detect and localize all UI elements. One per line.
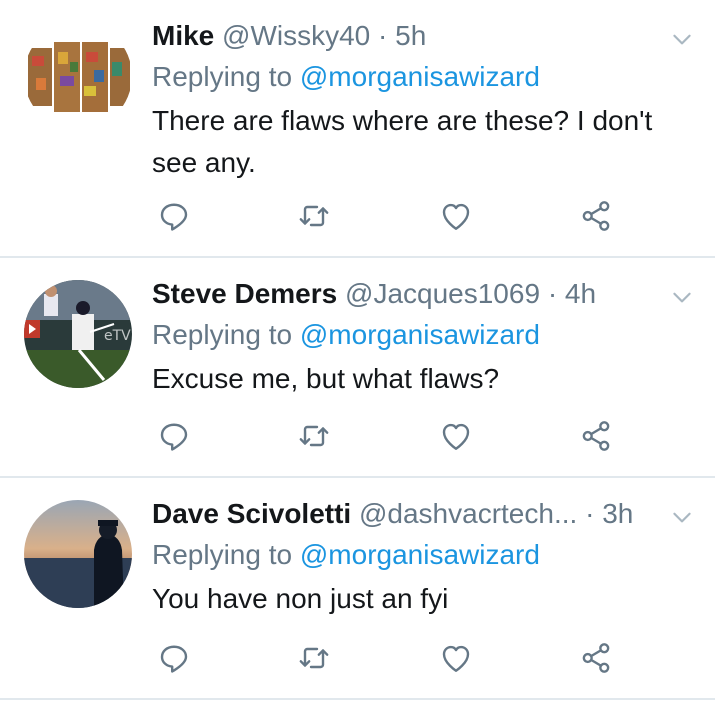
like-button[interactable]	[438, 640, 474, 676]
replying-to-handle[interactable]: @morganisawizard	[300, 539, 540, 570]
reply-icon	[160, 203, 188, 231]
timestamp[interactable]: 4h	[565, 278, 596, 309]
reply-icon	[160, 423, 188, 451]
retweet-button[interactable]	[296, 198, 332, 234]
divider	[0, 698, 715, 700]
share-button[interactable]	[578, 418, 614, 454]
avatar[interactable]	[24, 22, 132, 130]
timestamp[interactable]: 5h	[395, 20, 426, 51]
reply-button[interactable]	[156, 640, 192, 676]
timestamp[interactable]: 3h	[602, 498, 633, 529]
reply-button[interactable]	[156, 198, 192, 234]
tweet-actions	[152, 418, 622, 454]
user-name[interactable]: Steve Demers	[152, 278, 337, 309]
separator: ·	[585, 498, 595, 529]
tweet-header: Steve Demers @Jacques1069 · 4h	[152, 274, 596, 314]
share-button[interactable]	[578, 198, 614, 234]
reply-button[interactable]	[156, 418, 192, 454]
avatar[interactable]	[24, 500, 132, 608]
share-button[interactable]	[578, 640, 614, 676]
tweet-text: There are flaws where are these? I don't…	[152, 105, 653, 178]
replying-to: Replying to @morganisawizard	[152, 315, 540, 355]
user-name[interactable]: Mike	[152, 20, 214, 51]
replying-to: Replying to @morganisawizard	[152, 57, 540, 97]
tweet-feed: Mike @Wissky40 · 5h Replying to @morgani…	[0, 0, 715, 715]
replying-prefix: Replying to	[152, 61, 293, 92]
avatar[interactable]: eTV	[24, 280, 132, 388]
retweet-icon	[299, 647, 329, 669]
share-icon	[582, 643, 610, 673]
tweet[interactable]: Mike @Wissky40 · 5h Replying to @morgani…	[0, 0, 715, 258]
like-button[interactable]	[438, 198, 474, 234]
chevron-down-icon[interactable]	[669, 284, 695, 310]
retweet-icon	[299, 425, 329, 447]
user-name[interactable]: Dave Scivoletti	[152, 498, 351, 529]
retweet-button[interactable]	[296, 418, 332, 454]
replying-to-handle[interactable]: @morganisawizard	[300, 319, 540, 350]
user-handle[interactable]: @Wissky40	[222, 20, 370, 51]
svg-text:eTV: eTV	[104, 328, 131, 344]
like-button[interactable]	[438, 418, 474, 454]
replying-prefix: Replying to	[152, 319, 293, 350]
heart-icon	[442, 203, 470, 230]
tweet-actions	[152, 640, 622, 676]
tweet[interactable]: Dave Scivoletti @dashvacrtech... · 3h Re…	[0, 478, 715, 700]
reply-icon	[160, 645, 188, 673]
separator: ·	[378, 20, 388, 51]
retweet-button[interactable]	[296, 640, 332, 676]
tweet[interactable]: eTV Steve Demers @Jacques1069 · 4h Reply…	[0, 258, 715, 478]
replying-to-handle[interactable]: @morganisawizard	[300, 61, 540, 92]
user-handle[interactable]: @Jacques1069	[345, 278, 540, 309]
tweet-header: Dave Scivoletti @dashvacrtech... · 3h	[152, 494, 633, 534]
tweet-actions	[152, 198, 622, 234]
replying-to: Replying to @morganisawizard	[152, 535, 540, 575]
tweet-text: You have non just an fyi	[152, 583, 449, 614]
chevron-down-icon[interactable]	[669, 26, 695, 52]
user-handle[interactable]: @dashvacrtech...	[359, 498, 577, 529]
separator: ·	[547, 278, 558, 309]
heart-icon	[442, 423, 470, 450]
retweet-icon	[299, 205, 329, 227]
replying-prefix: Replying to	[152, 539, 293, 570]
tweet-header: Mike @Wissky40 · 5h	[152, 16, 426, 56]
share-icon	[582, 421, 610, 451]
chevron-down-icon[interactable]	[669, 504, 695, 530]
tweet-text: Excuse me, but what flaws?	[152, 363, 500, 394]
heart-icon	[442, 645, 470, 672]
share-icon	[582, 201, 610, 231]
